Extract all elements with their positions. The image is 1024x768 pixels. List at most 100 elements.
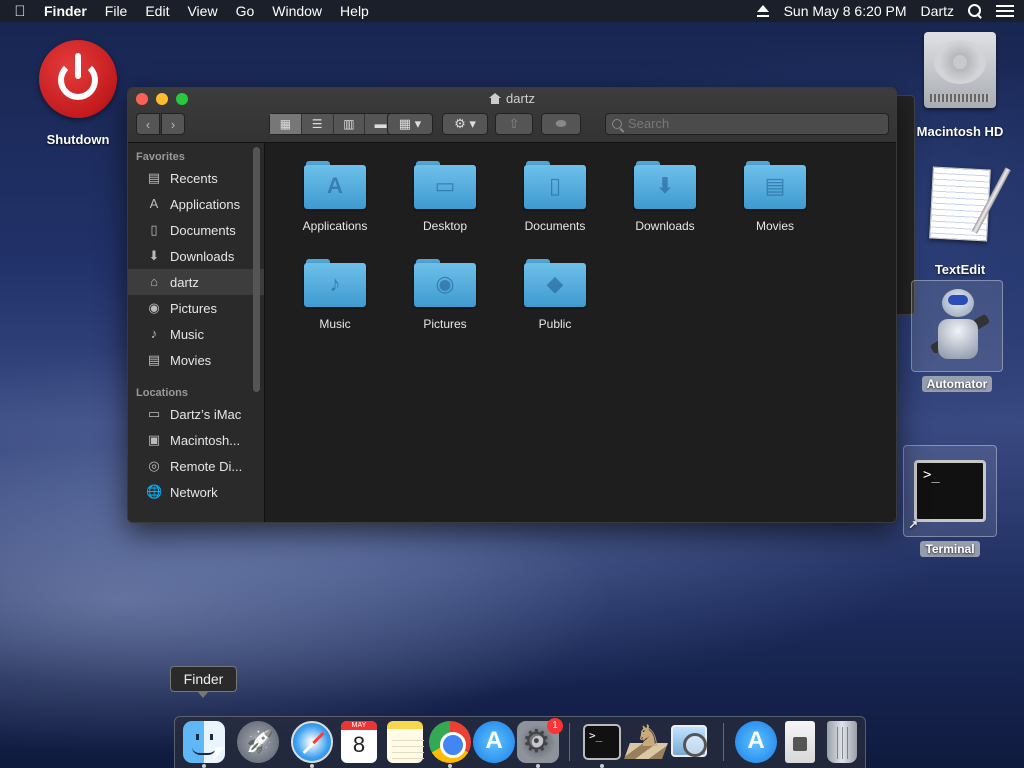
disk-icon: ▣	[147, 432, 161, 447]
search-placeholder: Search	[628, 116, 670, 131]
automator-icon	[911, 280, 1003, 372]
folder-label: Applications	[302, 219, 368, 233]
share-button[interactable]: ⇧	[495, 113, 533, 135]
folder-icon: ▭	[414, 161, 476, 209]
sidebar-item-label: Applications	[170, 196, 241, 212]
recents-icon: ▤	[147, 170, 161, 185]
sidebar-item-remote-disc[interactable]: ◎ Remote Di...	[128, 453, 264, 479]
apple-menu-icon[interactable]: 	[0, 3, 40, 20]
folder-label: Documents	[524, 219, 586, 233]
desktop-macintosh-hd[interactable]: Macintosh HD	[912, 32, 1008, 139]
folder-icon: ◉	[414, 259, 476, 307]
folder-applications[interactable]: A Applications	[280, 157, 390, 233]
search-input[interactable]: Search	[605, 113, 889, 135]
folder-pictures[interactable]: ◉ Pictures	[390, 255, 500, 331]
home-icon	[489, 93, 502, 104]
forward-button[interactable]: ›	[161, 113, 185, 135]
menu-user[interactable]: Dartz	[921, 3, 954, 19]
finder-titlebar[interactable]: dartz ‹ › ▦ ☰ ▥ ▬ ▦ ▾ ⚙ ▾ ⇧ ⬬ Search	[128, 88, 896, 143]
spotlight-search-icon[interactable]	[968, 4, 982, 18]
group-by-button[interactable]: ▦ ▾	[387, 113, 433, 135]
applications-icon: A	[149, 196, 159, 211]
sidebar-item-network[interactable]: 🌐 Network	[128, 479, 264, 505]
folder-movies[interactable]: ▤ Movies	[720, 157, 830, 233]
network-icon: 🌐	[146, 484, 163, 499]
film-icon: ▤	[147, 352, 161, 367]
desktop-hd-label: Macintosh HD	[916, 124, 1004, 139]
sidebar-item-downloads[interactable]: ⬇ Downloads	[128, 243, 264, 269]
menu-help[interactable]: Help	[331, 3, 378, 19]
dock-calendar[interactable]: MAY 8	[341, 721, 377, 763]
dock-documents-stack[interactable]	[785, 721, 815, 763]
window-title-text: dartz	[506, 91, 535, 106]
sidebar-item-macintosh-hd[interactable]: ▣ Macintosh...	[128, 427, 264, 453]
sidebar-item-movies[interactable]: ▤ Movies	[128, 347, 264, 373]
dock-applications-folder[interactable]	[735, 721, 777, 763]
calendar-month: MAY	[341, 721, 377, 730]
sidebar-item-recents[interactable]: ▤ Recents	[128, 165, 264, 191]
dock-chess[interactable]	[625, 719, 667, 763]
menu-clock[interactable]: Sun May 8 6:20 PM	[784, 3, 907, 19]
sidebar-item-label: dartz	[170, 274, 199, 290]
folder-downloads[interactable]: ⬇ Downloads	[610, 157, 720, 233]
hard-drive-icon	[924, 32, 996, 108]
camera-icon: ◉	[148, 300, 160, 315]
sidebar-item-imac[interactable]: ▭ Dartz’s iMac	[128, 401, 264, 427]
dock-notes[interactable]	[387, 721, 424, 763]
desktop-textedit[interactable]: TextEdit	[915, 166, 1011, 277]
dock: MAY 8 1 >_	[174, 716, 866, 768]
folder-icon: ▯	[524, 161, 586, 209]
menu-app-finder[interactable]: Finder	[40, 3, 96, 19]
folder-music[interactable]: ♪ Music	[280, 255, 390, 331]
folder-public[interactable]: ◆ Public	[500, 255, 610, 331]
sidebar-scrollbar[interactable]	[253, 147, 260, 392]
column-view-button[interactable]: ▥	[334, 114, 366, 134]
documents-icon: ▯	[150, 222, 158, 237]
menu-view[interactable]: View	[178, 3, 226, 19]
folder-label: Music	[319, 317, 351, 331]
action-gear-button[interactable]: ⚙ ▾	[442, 113, 488, 135]
dock-trash[interactable]	[827, 721, 857, 763]
dock-launchpad[interactable]	[237, 721, 279, 763]
desktop-textedit-label: TextEdit	[934, 262, 986, 277]
menu-edit[interactable]: Edit	[136, 3, 178, 19]
desktop-terminal[interactable]: >_ ↗ Terminal	[902, 445, 998, 557]
dock-app-store[interactable]	[473, 721, 515, 763]
desktop-shutdown[interactable]: Shutdown	[38, 40, 118, 147]
dock-preview[interactable]	[671, 725, 707, 757]
sidebar-item-music[interactable]: ♪ Music	[128, 321, 264, 347]
terminal-icon: >_ ↗	[903, 445, 997, 537]
folder-icon: ◆	[524, 259, 586, 307]
dock-terminal[interactable]: >_	[583, 724, 621, 760]
menu-window[interactable]: Window	[263, 3, 331, 19]
list-view-button[interactable]: ☰	[302, 114, 334, 134]
sidebar-item-label: Macintosh...	[170, 432, 241, 448]
finder-content[interactable]: A Applications ▭ Desktop ▯ Documents ⬇ Downl…	[266, 143, 896, 522]
remote-disc-icon: ◎	[148, 458, 160, 473]
icon-view-button[interactable]: ▦	[270, 114, 302, 134]
back-button[interactable]: ‹	[136, 113, 160, 135]
alias-arrow-icon: ↗	[908, 518, 919, 532]
dock-system-preferences[interactable]: 1	[517, 718, 563, 763]
desktop-shutdown-label: Shutdown	[46, 132, 110, 147]
finder-sidebar: Favorites ▤ Recents A Applications ▯ Docume…	[128, 143, 265, 522]
eject-icon[interactable]	[756, 5, 770, 17]
folder-desktop[interactable]: ▭ Desktop	[390, 157, 500, 233]
sidebar-locations-header: Locations	[136, 387, 188, 399]
sidebar-item-label: Network	[170, 484, 218, 500]
menu-file[interactable]: File	[96, 3, 137, 19]
folder-icon: ▤	[744, 161, 806, 209]
sidebar-item-dartz[interactable]: ⌂ dartz	[128, 269, 264, 295]
notification-center-icon[interactable]	[996, 5, 1014, 17]
sidebar-item-applications[interactable]: A Applications	[128, 191, 264, 217]
tags-button[interactable]: ⬬	[541, 113, 581, 135]
dock-safari[interactable]	[291, 721, 333, 763]
dock-chrome[interactable]	[429, 721, 471, 763]
desktop-automator[interactable]: Automator	[910, 280, 1004, 392]
sidebar-item-pictures[interactable]: ◉ Pictures	[128, 295, 264, 321]
menu-go[interactable]: Go	[227, 3, 264, 19]
sidebar-item-documents[interactable]: ▯ Documents	[128, 217, 264, 243]
folder-documents[interactable]: ▯ Documents	[500, 157, 610, 233]
sidebar-favorites-header: Favorites	[136, 151, 185, 163]
folder-icon: A	[304, 161, 366, 209]
